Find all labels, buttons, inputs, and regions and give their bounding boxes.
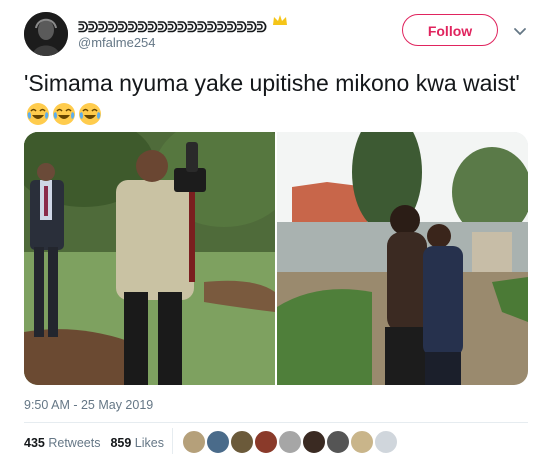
liker-avatar[interactable] (278, 430, 302, 454)
tears-of-joy-emoji-icon (78, 102, 102, 126)
author-avatar[interactable] (24, 12, 68, 56)
liker-avatar[interactable] (182, 430, 206, 454)
retweets-label: Retweets (48, 436, 101, 450)
tears-of-joy-emoji-icon (26, 102, 50, 126)
chevron-down-icon[interactable] (513, 24, 527, 38)
author-name[interactable]: ᕲᕲᕲᕲᕲᕲᕲᕲᕲᕲᕲᕲᕲᕲᕲᕲᕲᕲᕲ (78, 13, 288, 36)
liker-avatar[interactable] (326, 430, 350, 454)
avatar-portrait-icon (24, 12, 68, 56)
liker-avatar[interactable] (374, 430, 398, 454)
tweet-text-body: 'Simama nyuma yake upitishe mikono kwa w… (24, 70, 520, 96)
follow-button[interactable]: Follow (402, 14, 498, 46)
tears-of-joy-emoji-icon (52, 102, 76, 126)
retweets-count: 435 (24, 436, 45, 450)
likes-label: Likes (134, 436, 164, 450)
liker-avatar[interactable] (206, 430, 230, 454)
stats-separator (172, 428, 173, 454)
retweets-stat[interactable]: 435 Retweets (24, 436, 100, 450)
author-name-text: ᕲᕲᕲᕲᕲᕲᕲᕲᕲᕲᕲᕲᕲᕲᕲᕲᕲᕲᕲ (78, 19, 267, 35)
liker-avatar[interactable] (254, 430, 278, 454)
couple-embracing-photo[interactable] (277, 132, 528, 385)
tweet-media[interactable] (24, 132, 528, 385)
liker-avatar[interactable] (230, 430, 254, 454)
author-handle[interactable]: @mfalme254 (78, 35, 156, 50)
engagement-stats: 435 Retweets 859 Likes (24, 436, 164, 450)
photographer-in-garden-photo[interactable] (24, 132, 275, 385)
divider (24, 422, 528, 423)
crown-icon (272, 13, 288, 29)
tweet-timestamp[interactable]: 9:50 AM - 25 May 2019 (24, 398, 153, 412)
tweet-text: 'Simama nyuma yake upitishe mikono kwa w… (24, 68, 524, 130)
liker-avatar[interactable] (350, 430, 374, 454)
liker-avatar[interactable] (302, 430, 326, 454)
likes-stat[interactable]: 859 Likes (110, 436, 164, 450)
likes-count: 859 (110, 436, 132, 450)
